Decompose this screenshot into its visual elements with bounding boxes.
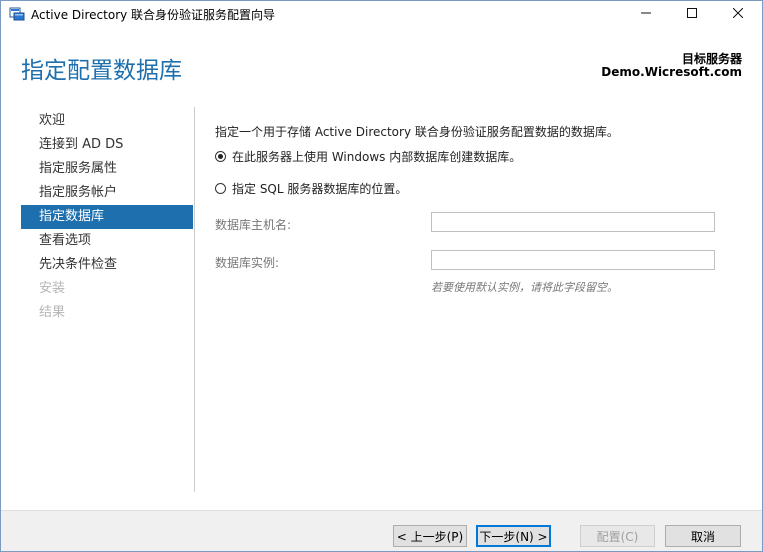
db-instance-label: 数据库实例: <box>215 256 280 270</box>
maximize-icon <box>687 8 697 18</box>
minimize-button[interactable] <box>623 1 669 25</box>
nav-item-review-options[interactable]: 查看选项 <box>21 229 193 253</box>
previous-button[interactable]: < 上一步(P) <box>393 525 467 547</box>
nav-item-install: 安装 <box>39 281 66 296</box>
configure-button: 配置(C) <box>580 525 655 547</box>
wizard-window: Active Directory 联合身份验证服务配置向导 指定配置数据库 目标… <box>0 0 763 552</box>
title-bar[interactable]: Active Directory 联合身份验证服务配置向导 <box>1 1 762 25</box>
wizard-steps-nav: 欢迎 连接到 AD DS 指定服务属性 指定服务帐户 指定数据库 查看选项 先决… <box>21 109 193 325</box>
option-wid-label[interactable]: 在此服务器上使用 Windows 内部数据库创建数据库。 <box>232 148 521 165</box>
nav-item-service-account[interactable]: 指定服务帐户 <box>21 181 193 205</box>
intro-text: 指定一个用于存储 Active Directory 联合身份验证服务配置数据的数… <box>215 125 619 139</box>
minimize-icon <box>641 12 651 14</box>
db-host-input[interactable] <box>431 212 715 232</box>
nav-item-welcome[interactable]: 欢迎 <box>21 109 193 133</box>
cancel-button[interactable]: 取消 <box>665 525 741 547</box>
wizard-header: 指定配置数据库 目标服务器 Demo.Wicresoft.com <box>1 25 762 89</box>
nav-item-connect-ad-ds[interactable]: 连接到 AD DS <box>21 133 193 157</box>
db-host-label: 数据库主机名: <box>215 218 292 232</box>
option-wid-radio[interactable] <box>215 151 226 162</box>
target-server-name: Demo.Wicresoft.com <box>601 65 742 79</box>
sidebar-divider <box>194 107 195 492</box>
main-content: 指定一个用于存储 Active Directory 联合身份验证服务配置数据的数… <box>215 123 735 294</box>
nav-item-prerequisites[interactable]: 先决条件检查 <box>21 253 193 277</box>
db-instance-input[interactable] <box>431 250 715 270</box>
maximize-button[interactable] <box>669 1 715 25</box>
nav-item-service-properties[interactable]: 指定服务属性 <box>21 157 193 181</box>
wizard-footer: < 上一步(P) 下一步(N) > 配置(C) 取消 <box>1 510 762 551</box>
page-title: 指定配置数据库 <box>21 58 182 84</box>
option-wid-row[interactable]: 在此服务器上使用 Windows 内部数据库创建数据库。 <box>215 148 521 165</box>
option-sql-radio[interactable] <box>215 183 226 194</box>
db-instance-hint: 若要使用默认实例，请将此字段留空。 <box>431 281 618 294</box>
server-manager-icon <box>9 7 25 21</box>
close-icon <box>733 8 743 18</box>
option-sql-row[interactable]: 指定 SQL 服务器数据库的位置。 <box>215 180 407 197</box>
window-title: Active Directory 联合身份验证服务配置向导 <box>31 8 276 22</box>
nav-item-database[interactable]: 指定数据库 <box>21 205 193 229</box>
close-button[interactable] <box>715 1 761 25</box>
next-button[interactable]: 下一步(N) > <box>476 525 551 547</box>
option-sql-label[interactable]: 指定 SQL 服务器数据库的位置。 <box>232 180 407 197</box>
nav-item-results: 结果 <box>39 305 66 320</box>
